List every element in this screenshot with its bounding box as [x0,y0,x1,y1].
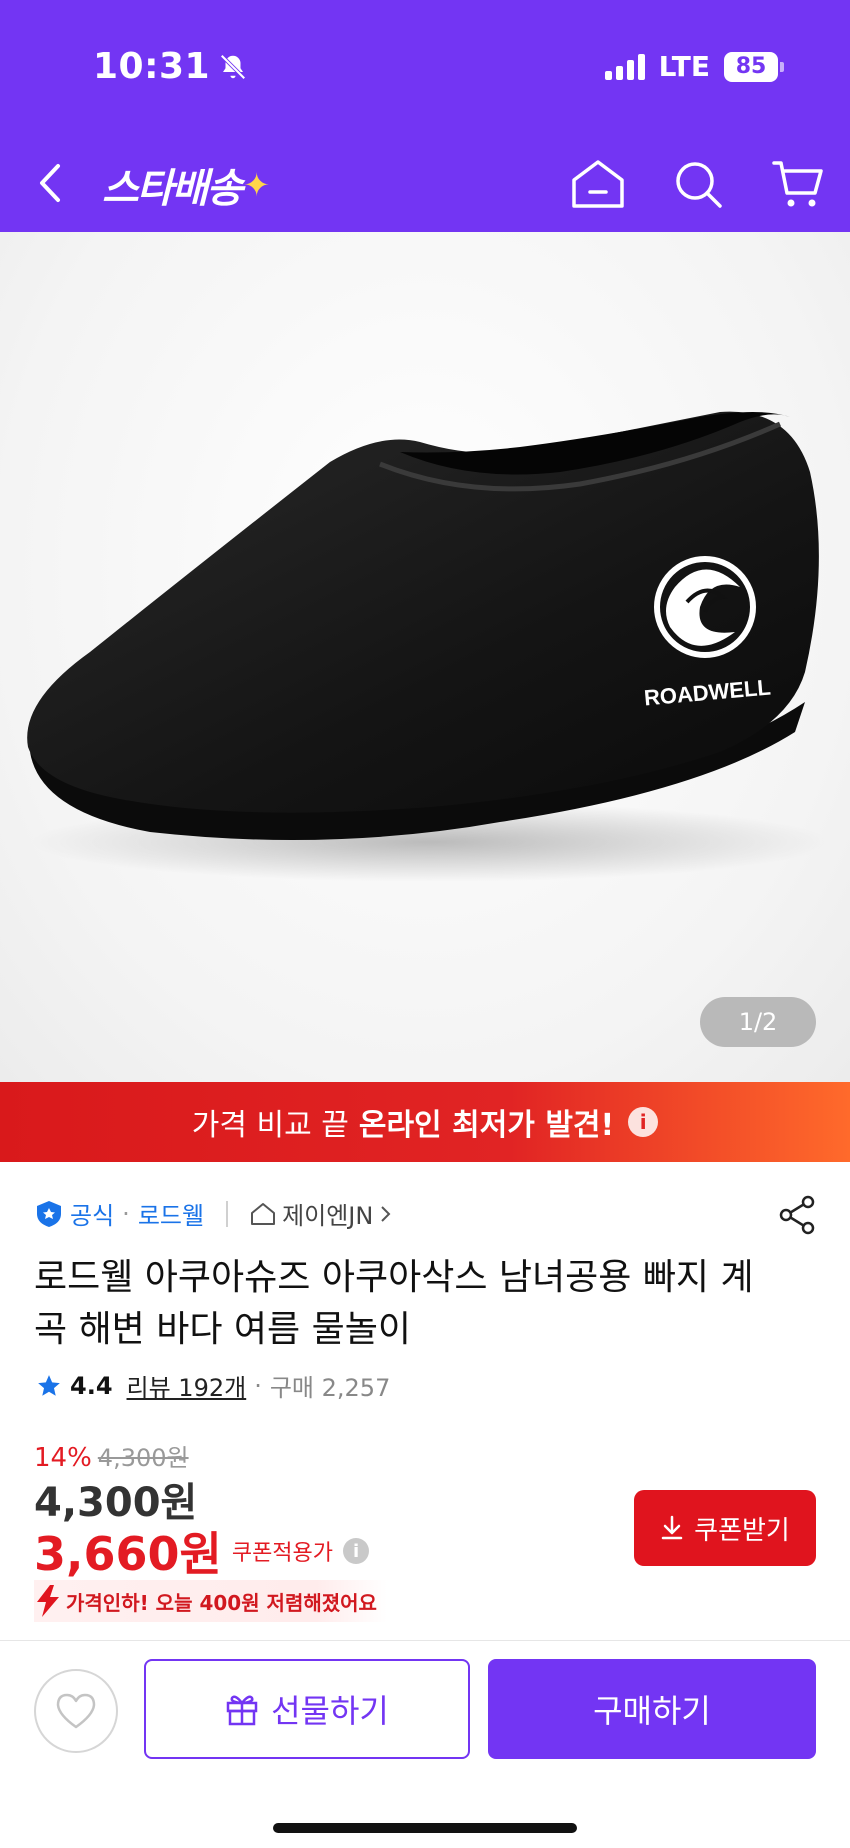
status-bar: 10:31 LTE 85 [0,0,850,138]
review-link[interactable]: 리뷰 192개 [127,1368,247,1403]
product-image[interactable]: ROADWELL 1/2 [0,232,850,1082]
home-icon[interactable] [568,154,628,214]
gift-button[interactable]: 선물하기 [144,1659,470,1759]
top-bar: 10:31 LTE 85 스타배송 ✦ [0,0,850,232]
get-coupon-button[interactable]: 쿠폰받기 [634,1490,816,1566]
info-icon[interactable]: i [628,1107,659,1137]
discount-percent: 14% [34,1443,92,1473]
gift-icon [226,1695,258,1726]
seller-meta: 공식 · 로드웰 제이엔JN [36,1196,391,1231]
official-label[interactable]: 공식 [70,1196,114,1231]
download-icon [661,1515,683,1540]
home-indicator [273,1823,577,1833]
status-time: 10:31 [93,46,248,87]
coupon-price-label: 쿠폰적용가 [231,1541,334,1566]
app-logo[interactable]: 스타배송 ✦ [102,156,270,214]
discount-line: 14% 4,300원 [34,1438,189,1473]
heart-icon [56,1693,96,1729]
buy-button[interactable]: 구매하기 [488,1659,816,1759]
bell-off-icon [220,53,246,80]
brand-link[interactable]: 로드웰 [138,1196,204,1231]
cart-icon[interactable] [768,154,828,214]
signal-icon [604,53,645,80]
bottom-action-bar: 선물하기 구매하기 [0,1640,850,1848]
original-price: 4,300원 [97,1444,189,1472]
lowest-price-banner[interactable]: 가격 비교 끝 온라인 최저가 발견! i [0,1082,850,1162]
store-home-icon [251,1202,276,1225]
product-title: 로드웰 아쿠아슈즈 아쿠아삭스 남녀공용 빠지 계곡 해변 바다 여름 물놀이 [34,1257,754,1350]
price-drop-notice: 가격인하! 오늘 400원 저렴해졌어요 [34,1580,387,1622]
nav-bar: 스타배송 ✦ [0,138,850,232]
image-counter: 1/2 [700,997,816,1047]
share-icon[interactable] [776,1194,818,1236]
rating-row: 4.4 리뷰 192개 · 구매 2,257 [36,1368,390,1403]
battery-icon: 85 [724,51,784,82]
star-icon [38,1374,60,1396]
coupon-price: 3,660원 [34,1527,222,1581]
sparkle-icon: ✦ [243,166,270,204]
official-badge-icon [37,1200,61,1227]
info-icon[interactable]: i [343,1538,370,1564]
back-icon[interactable] [30,158,74,208]
wishlist-button[interactable] [34,1669,118,1753]
coupon-price-row: 3,660원 쿠폰적용가 i [34,1518,370,1584]
rating-score: 4.4 [70,1371,113,1400]
search-icon[interactable] [668,154,728,214]
purchase-count: 구매 2,257 [269,1374,391,1402]
divider [226,1200,229,1227]
lightning-icon [37,1585,59,1617]
aqua-shoe-illustration: ROADWELL [27,411,830,882]
network-type: LTE [658,50,710,83]
chevron-right-icon [381,1205,391,1222]
store-link[interactable]: 제이엔JN [250,1196,391,1231]
